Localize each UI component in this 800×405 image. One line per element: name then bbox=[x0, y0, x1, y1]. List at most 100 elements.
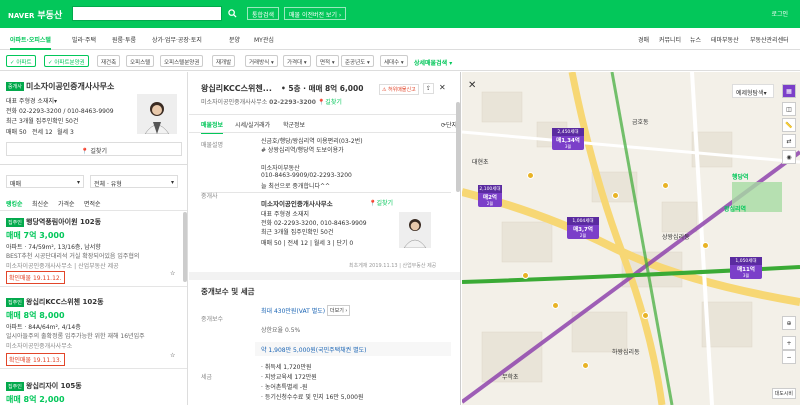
map-view[interactable]: ✕ 2,450세대 매1,34억 3월 2,100세대 매2억 2월 1,004세대 매3… bbox=[462, 72, 800, 405]
tab-presale[interactable]: 분양 bbox=[229, 35, 240, 44]
detail-office: 미소자이공인중개사사무소 02-2293-3200 📍길찾기 bbox=[201, 99, 342, 106]
listing-name: 행당역풍림아이원 102동 bbox=[26, 218, 102, 226]
map-scale: 대도시비 bbox=[771, 388, 796, 399]
close-detail-icon[interactable]: ✕ bbox=[439, 83, 446, 92]
agent-rep[interactable]: 대표 주형경 소재지▾ bbox=[6, 96, 57, 105]
previous-version-button[interactable]: 매물 이전버전 보기 › bbox=[284, 7, 347, 20]
map-cadastral-button[interactable]: ◫ bbox=[782, 102, 796, 116]
listing-name: 왕십리자이 105동 bbox=[26, 382, 82, 390]
left-panel: 중개사 미소자이공인중개사사무소 대표 주형경 소재지▾ 전화 02-2293-… bbox=[0, 72, 188, 405]
nav-auction[interactable]: 경매 bbox=[638, 35, 649, 44]
report-button[interactable]: ⚠ 허위매물신고 bbox=[379, 84, 419, 95]
chip-price[interactable]: 가격대 ▾ bbox=[283, 55, 311, 67]
listing-agent: 미소자이공인중개사사무소 | 산업부동산 제공 bbox=[6, 263, 119, 270]
agent-stat-sale[interactable]: 매매 50 bbox=[6, 127, 27, 136]
detail-search-link[interactable]: 상세매물검색 ▾ bbox=[414, 58, 452, 67]
favorite-icon[interactable]: ☆ bbox=[170, 352, 175, 359]
map-pin[interactable]: 1,004세대 매3,7억 2월 bbox=[567, 217, 599, 239]
desc-label: 매물설명 bbox=[201, 142, 224, 149]
zoom-in-button[interactable]: + bbox=[782, 336, 796, 350]
nav-theme[interactable]: 테마부동산 bbox=[711, 35, 739, 44]
chip-redevelop[interactable]: 재개발 bbox=[212, 55, 236, 67]
tab-price[interactable]: 시세/실거래가 bbox=[235, 120, 270, 129]
map-route-button[interactable]: ⇄ bbox=[782, 134, 796, 148]
sort-area[interactable]: 면적순 bbox=[84, 199, 101, 208]
chip-apt-presale[interactable]: ✓ 아파트분양권 bbox=[44, 55, 89, 67]
nav-community[interactable]: 커뮤니티 bbox=[659, 35, 681, 44]
zoom-out-button[interactable]: − bbox=[782, 350, 796, 364]
agent-name: 미소자이공인중개사사무소 bbox=[26, 82, 115, 91]
tab-oneroom[interactable]: 원룸·투룸 bbox=[112, 35, 136, 44]
tax-total: 약 1,908만 5,000원(국민주택채권 별도) bbox=[261, 347, 367, 354]
login-link[interactable]: 로그인 bbox=[771, 9, 788, 18]
trade-select[interactable]: 매매 ▾ bbox=[6, 175, 84, 188]
person-image bbox=[137, 94, 177, 135]
type-select[interactable]: 전체 · 유형 ▾ bbox=[90, 175, 178, 188]
share-icon[interactable]: ⇪ bbox=[423, 83, 435, 94]
map-label: 상왕십리동 bbox=[662, 234, 690, 241]
filter-bar: ✓ 아파트 ✓ 아파트분양권 재건축 오피스텔 오피스텔분양권 재개발 거래방식… bbox=[0, 51, 800, 71]
map-type-select[interactable]: 예제형탐색▾ bbox=[732, 84, 774, 98]
agent-stat-monthly[interactable]: 월세 3 bbox=[57, 127, 74, 136]
chip-area[interactable]: 면적 ▾ bbox=[316, 55, 339, 67]
favorite-icon[interactable]: ☆ bbox=[170, 270, 175, 277]
fee-title: 중개보수 및 세금 bbox=[201, 287, 255, 296]
sort-latest[interactable]: 최신순 bbox=[32, 199, 49, 208]
agent-phone: 전화 02-2293-3200 / 010-8463-9909 bbox=[6, 108, 114, 115]
listing-price: 매매 8억 8,000 bbox=[6, 311, 65, 320]
chip-apartment[interactable]: ✓ 아파트 bbox=[6, 55, 36, 67]
listing-desc: BEST추천 시공단대리석 거실 확장되어있음 입주협의 bbox=[6, 253, 140, 260]
map-label: 무학초 bbox=[502, 374, 519, 381]
chip-trade-type[interactable]: 거래방식 ▾ bbox=[245, 55, 278, 67]
listing-spec: 아파트 · 74/59m², 13/16층, 남서향 bbox=[6, 244, 101, 251]
list-scrollbar[interactable] bbox=[183, 212, 187, 282]
naver-logo[interactable]: NAVER 부동산 bbox=[8, 8, 62, 21]
tab-commercial[interactable]: 상가·업무·공장·토지 bbox=[152, 35, 202, 44]
fee-more-button[interactable]: 더보기 › bbox=[327, 305, 351, 316]
chip-year[interactable]: 준공년도 ▾ bbox=[341, 55, 374, 67]
tab-apartment[interactable]: 아파트·오피스텔 bbox=[10, 35, 51, 50]
sort-price[interactable]: 가격순 bbox=[58, 199, 75, 208]
map-pin[interactable]: 2,450세대 매1,34억 3월 bbox=[552, 128, 584, 150]
source-note: 최초게재 2019.11.13 | 산업부동산 제공 bbox=[349, 263, 437, 269]
listing-desc: 일시아들주의 출확정롬 입주가능한 위한 재해 16년입주 bbox=[6, 333, 145, 340]
integrated-search-button[interactable]: 통합검색 bbox=[247, 7, 280, 20]
search-input[interactable] bbox=[72, 6, 222, 21]
listing-confirm-date: 확인매물 19.11.12. bbox=[6, 271, 65, 284]
agent-career: 최근 3개월 집주인확인 50건 bbox=[6, 118, 79, 125]
map-layer-button[interactable]: ▦ bbox=[782, 84, 796, 98]
chip-rebuild[interactable]: 재건축 bbox=[97, 55, 121, 67]
agent-stat-jeonse[interactable]: 전세 12 bbox=[32, 127, 53, 136]
directions-button[interactable]: 📍 길찾기 bbox=[6, 142, 182, 156]
broker-badge: 중개사 bbox=[6, 82, 24, 91]
detail-title: 왕십리KCC스위첸... bbox=[201, 84, 272, 93]
chip-officetel-presale[interactable]: 오피스텔분양권 bbox=[160, 55, 204, 67]
map-label: 금호동 bbox=[632, 119, 649, 126]
tab-my[interactable]: MY관심 bbox=[254, 35, 274, 44]
tab-school[interactable]: 학군정보 bbox=[283, 120, 305, 129]
map-distance-button[interactable]: 📏 bbox=[782, 118, 796, 132]
nav-manage[interactable]: 부동산관리센터 bbox=[750, 35, 789, 44]
detail-scrollbar[interactable] bbox=[456, 102, 460, 192]
map-pin[interactable]: 2,100세대 매2억 2월 bbox=[478, 185, 502, 207]
chip-households[interactable]: 세대수 ▾ bbox=[380, 55, 408, 67]
search-button[interactable] bbox=[224, 6, 240, 21]
tab-villa[interactable]: 빌라·주택 bbox=[72, 35, 96, 44]
map-close-icon[interactable]: ✕ bbox=[468, 80, 476, 91]
broker-photo bbox=[399, 212, 431, 249]
map-pin[interactable]: 1,050세대 매11억 3월 bbox=[730, 257, 762, 279]
agent-photo bbox=[137, 94, 177, 135]
detail-panel: 왕십리KCC스위첸... • 5층 · 매매 8억 6,000 ⚠ 허위매물신고… bbox=[189, 72, 461, 405]
complex-button[interactable]: ⟳단지 bbox=[441, 120, 457, 129]
top-bar: NAVER 부동산 통합검색 매물 이전버전 보기 › 로그인 bbox=[0, 0, 800, 28]
chip-officetel[interactable]: 오피스텔 bbox=[126, 55, 155, 67]
broker-directions[interactable]: 📍길찾기 bbox=[369, 198, 393, 207]
map-streetview-button[interactable]: ◉ bbox=[782, 150, 796, 164]
sort-ranking[interactable]: 랭킹순 bbox=[6, 199, 23, 208]
nav-news[interactable]: 뉴스 bbox=[690, 35, 701, 44]
listing-price: 매매 7억 3,000 bbox=[6, 231, 65, 240]
person-image bbox=[399, 212, 431, 249]
listing-confirm-date: 확인매물 19.11.13. bbox=[6, 353, 65, 366]
broker-stats: 매매 50 | 전세 12 | 월세 3 | 단기 0 bbox=[261, 240, 354, 247]
map-locate-button[interactable]: ⊕ bbox=[782, 316, 796, 330]
